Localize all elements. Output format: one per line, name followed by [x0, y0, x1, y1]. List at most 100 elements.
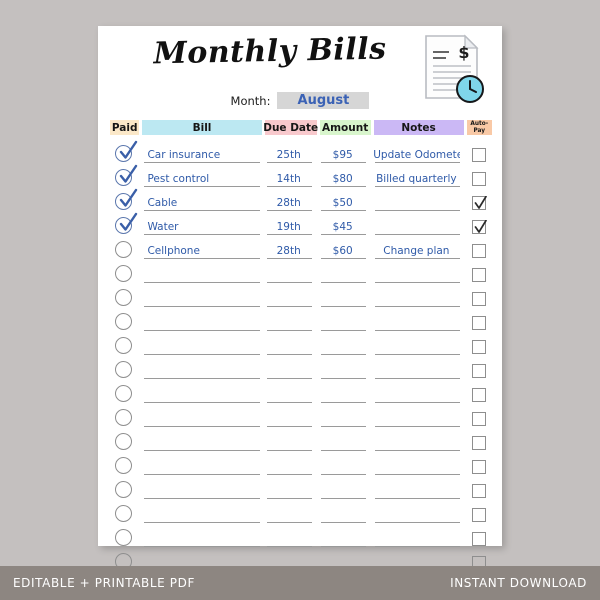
paid-checkbox[interactable] [115, 337, 132, 354]
notes-cell[interactable] [373, 188, 463, 212]
notes-cell[interactable] [373, 308, 463, 332]
bill-cell[interactable] [142, 500, 262, 524]
notes-cell[interactable] [373, 452, 463, 476]
autopay-checkbox[interactable] [471, 484, 486, 498]
autopay-checkbox[interactable] [471, 148, 486, 162]
notes-cell[interactable] [373, 260, 463, 284]
amt-cell[interactable] [319, 284, 370, 308]
bill-cell[interactable]: Pest control [142, 164, 262, 188]
autopay-checkbox[interactable] [471, 244, 486, 258]
autopay-checkbox[interactable] [471, 316, 486, 330]
notes-cell[interactable]: Update Odometer [373, 140, 463, 164]
paid-checkbox[interactable] [115, 241, 132, 258]
amt-cell[interactable]: $50 [319, 188, 370, 212]
due-cell[interactable] [265, 428, 316, 452]
amt-cell[interactable] [319, 452, 370, 476]
bill-cell[interactable]: Cable [142, 188, 262, 212]
due-cell[interactable] [265, 380, 316, 404]
paid-checkbox[interactable] [115, 140, 138, 162]
autopay-checkbox[interactable] [471, 340, 486, 354]
notes-cell[interactable] [373, 212, 463, 236]
notes-cell[interactable] [373, 332, 463, 356]
paid-checkbox[interactable] [115, 457, 132, 474]
due-cell[interactable]: 25th [265, 140, 316, 164]
paid-checkbox[interactable] [115, 529, 132, 546]
notes-cell[interactable] [373, 476, 463, 500]
amt-cell[interactable]: $80 [319, 164, 370, 188]
amt-cell[interactable] [319, 524, 370, 548]
autopay-checkbox[interactable] [471, 292, 486, 306]
due-cell[interactable] [265, 476, 316, 500]
bill-cell[interactable] [142, 452, 262, 476]
autopay-checkbox[interactable] [471, 364, 486, 378]
due-cell[interactable] [265, 404, 316, 428]
bill-cell[interactable] [142, 284, 262, 308]
autopay-checkbox[interactable] [471, 196, 487, 210]
due-cell[interactable] [265, 452, 316, 476]
paid-checkbox[interactable] [115, 188, 138, 210]
notes-cell[interactable] [373, 524, 463, 548]
bill-cell[interactable] [142, 404, 262, 428]
due-cell[interactable] [265, 260, 316, 284]
autopay-checkbox[interactable] [471, 268, 486, 282]
autopay-checkbox[interactable] [471, 388, 486, 402]
paid-checkbox[interactable] [115, 289, 132, 306]
amt-cell[interactable] [319, 500, 370, 524]
notes-cell[interactable] [373, 380, 463, 404]
due-cell[interactable]: 14th [265, 164, 316, 188]
notes-cell[interactable] [373, 500, 463, 524]
paid-checkbox[interactable] [115, 265, 132, 282]
notes-cell[interactable]: Billed quarterly [373, 164, 463, 188]
bill-cell[interactable] [142, 260, 262, 284]
autopay-checkbox[interactable] [471, 532, 486, 546]
bill-cell[interactable] [142, 476, 262, 500]
month-input[interactable]: August [277, 92, 370, 109]
paid-checkbox[interactable] [115, 505, 132, 522]
amt-cell[interactable] [319, 332, 370, 356]
amt-cell[interactable] [319, 404, 370, 428]
autopay-checkbox[interactable] [471, 436, 486, 450]
bill-cell[interactable]: Car insurance [142, 140, 262, 164]
bill-cell[interactable] [142, 332, 262, 356]
autopay-checkbox[interactable] [471, 172, 486, 186]
autopay-checkbox[interactable] [471, 412, 486, 426]
bill-cell[interactable]: Cellphone [142, 236, 262, 260]
bill-cell[interactable] [142, 356, 262, 380]
amt-cell[interactable]: $95 [319, 140, 370, 164]
amt-cell[interactable] [319, 308, 370, 332]
due-cell[interactable] [265, 356, 316, 380]
paid-checkbox[interactable] [115, 385, 132, 402]
notes-cell[interactable] [373, 404, 463, 428]
notes-cell[interactable] [373, 356, 463, 380]
due-cell[interactable] [265, 524, 316, 548]
amt-cell[interactable]: $60 [319, 236, 370, 260]
amt-cell[interactable]: $45 [319, 212, 370, 236]
bill-cell[interactable] [142, 380, 262, 404]
paid-checkbox[interactable] [115, 433, 132, 450]
due-cell[interactable]: 19th [265, 212, 316, 236]
bill-cell[interactable]: Water [142, 212, 262, 236]
paid-checkbox[interactable] [115, 212, 138, 234]
amt-cell[interactable] [319, 476, 370, 500]
notes-cell[interactable]: Change plan [373, 236, 463, 260]
paid-checkbox[interactable] [115, 409, 132, 426]
paid-checkbox[interactable] [115, 164, 138, 186]
autopay-checkbox[interactable] [471, 220, 487, 234]
due-cell[interactable] [265, 308, 316, 332]
bill-cell[interactable] [142, 308, 262, 332]
due-cell[interactable]: 28th [265, 236, 316, 260]
paid-checkbox[interactable] [115, 361, 132, 378]
paid-checkbox[interactable] [115, 481, 132, 498]
due-cell[interactable] [265, 284, 316, 308]
autopay-checkbox[interactable] [471, 460, 486, 474]
due-cell[interactable]: 28th [265, 188, 316, 212]
amt-cell[interactable] [319, 428, 370, 452]
due-cell[interactable] [265, 500, 316, 524]
notes-cell[interactable] [373, 284, 463, 308]
bill-cell[interactable] [142, 428, 262, 452]
paid-checkbox[interactable] [115, 313, 132, 330]
due-cell[interactable] [265, 332, 316, 356]
amt-cell[interactable] [319, 260, 370, 284]
amt-cell[interactable] [319, 356, 370, 380]
amt-cell[interactable] [319, 380, 370, 404]
